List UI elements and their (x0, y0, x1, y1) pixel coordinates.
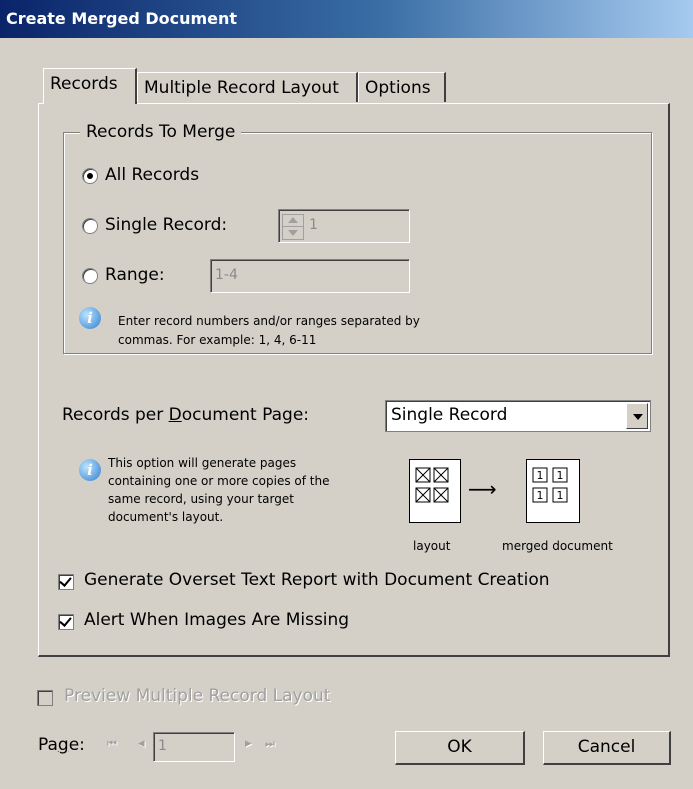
range-radio[interactable] (82, 268, 98, 284)
single-record-radio[interactable] (82, 218, 98, 234)
records-per-page-info-line1: This option will generate pages (108, 456, 297, 470)
stepper-divider (283, 226, 303, 227)
svg-text:1: 1 (537, 489, 544, 502)
window-title: Create Merged Document (6, 9, 238, 28)
layout-diagram-icon (409, 459, 461, 523)
tab-multiple-record-layout[interactable]: Multiple Record Layout (137, 72, 358, 102)
title-bar: Create Merged Document (0, 0, 693, 38)
tab-records[interactable]: Records (43, 68, 137, 104)
tab-multiple-record-layout-label: Multiple Record Layout (144, 78, 339, 98)
svg-text:1: 1 (557, 469, 564, 482)
info-icon: i (79, 307, 101, 329)
missing-images-label: Alert When Images Are Missing (84, 610, 350, 630)
merged-document-caption: merged document (502, 539, 613, 553)
single-record-stepper[interactable] (282, 214, 304, 240)
tab-records-label: Records (50, 74, 118, 94)
stepper-down-icon (288, 230, 298, 236)
missing-images-checkbox[interactable] (58, 614, 74, 630)
cancel-button[interactable]: Cancel (543, 731, 671, 765)
svg-text:1: 1 (537, 469, 544, 482)
svg-text:1: 1 (557, 489, 564, 502)
merged-document-diagram-icon: 11 11 (526, 459, 580, 523)
records-per-page-info-line3: same record, using your target (108, 492, 294, 506)
range-field[interactable]: 1-4 (210, 259, 410, 293)
arrow-right-icon: ⟶ (468, 477, 497, 501)
page-value: 1 (158, 738, 167, 754)
first-page-icon[interactable]: ⏮ (107, 737, 117, 751)
preview-label: Preview Multiple Record Layout (64, 686, 331, 706)
records-per-page-value: Single Record (391, 405, 508, 425)
single-record-label: Single Record: (105, 215, 228, 235)
page-field[interactable]: 1 (153, 732, 235, 762)
next-page-icon[interactable]: ▸ (245, 736, 252, 751)
range-hint-line1: Enter record numbers and/or ranges separ… (118, 314, 420, 328)
range-label: Range: (105, 265, 165, 285)
records-per-page-label: Records per Document Page: (62, 405, 310, 425)
tab-options-label: Options (365, 78, 431, 98)
prev-page-icon[interactable]: ◂ (138, 736, 145, 751)
records-per-page-info-line4: document's layout. (108, 510, 224, 524)
layout-caption: layout (413, 539, 451, 553)
single-record-value: 1 (309, 217, 318, 233)
all-records-label: All Records (105, 165, 200, 185)
overset-report-checkbox[interactable] (58, 574, 74, 590)
ok-button[interactable]: OK (395, 731, 525, 765)
range-value: 1-4 (215, 267, 238, 283)
overset-report-label: Generate Overset Text Report with Docume… (84, 570, 550, 590)
info-icon: i (79, 459, 101, 481)
all-records-radio[interactable] (82, 168, 98, 184)
records-per-page-select[interactable]: Single Record (385, 400, 651, 432)
page-label: Page: (38, 735, 85, 755)
range-hint-line2: commas. For example: 1, 4, 6-11 (118, 333, 317, 347)
preview-checkbox[interactable] (37, 690, 53, 706)
tab-options[interactable]: Options (358, 72, 446, 102)
records-to-merge-legend: Records To Merge (80, 122, 242, 142)
chevron-down-icon[interactable] (626, 403, 648, 429)
last-page-icon[interactable]: ⏭ (265, 737, 275, 751)
records-per-page-info-line2: containing one or more copies of the (108, 474, 330, 488)
stepper-up-icon (288, 217, 298, 223)
